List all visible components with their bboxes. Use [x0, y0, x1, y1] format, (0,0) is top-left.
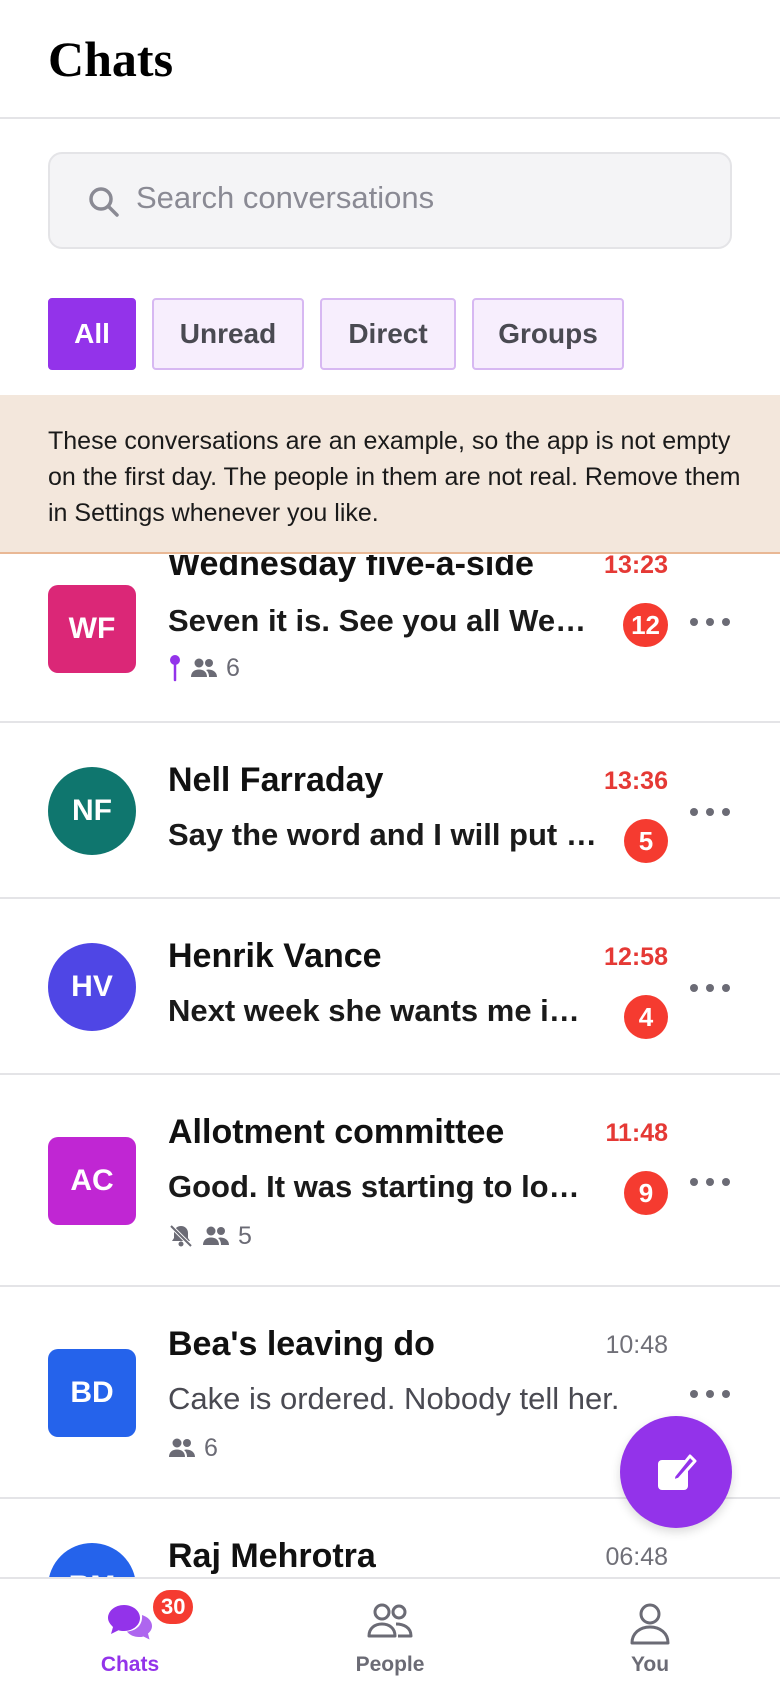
- tab-chats[interactable]: 30 Chats: [30, 1579, 230, 1688]
- conversation-time: 13:36: [604, 767, 668, 795]
- more-options-icon[interactable]: [690, 1389, 730, 1399]
- avatar: BD: [48, 1349, 136, 1437]
- chats-unread-badge: 30: [150, 1587, 197, 1627]
- notice-text: These conversations are an example, so t…: [48, 427, 741, 527]
- conversation-preview: Next week she wants me in early: [168, 993, 598, 1028]
- conversation-preview: Cake is ordered. Nobody tell her.: [168, 1381, 620, 1416]
- more-options-icon[interactable]: [690, 983, 730, 993]
- member-count: 6: [204, 1433, 218, 1462]
- conversation-time: 11:48: [605, 1119, 668, 1147]
- search-icon: [89, 187, 119, 217]
- conversation-time: 13:23: [604, 555, 668, 579]
- example-notice: These conversations are an example, so t…: [0, 395, 780, 554]
- conversation-preview: Good. It was starting to look like rain: [168, 1169, 598, 1204]
- conversation-preview: Seven it is. See you all Wednesday: [168, 603, 598, 638]
- unread-badge: 12: [623, 603, 668, 647]
- tab-people-label: People: [355, 1653, 425, 1676]
- avatar: HV: [48, 943, 136, 1031]
- unread-badge: 9: [624, 1171, 668, 1215]
- more-options-icon[interactable]: [690, 617, 730, 627]
- chat-bubbles-icon: [108, 1605, 152, 1640]
- bottom-tab-bar: 30 Chats People You: [0, 1577, 780, 1688]
- tab-chats-label: Chats: [100, 1653, 160, 1676]
- conversation-time: 06:48: [605, 1543, 668, 1571]
- conversation-preview: Say the word and I will put the kettle o…: [168, 817, 598, 852]
- member-count: 6: [226, 653, 240, 682]
- conversation-meta: 6: [168, 1433, 218, 1463]
- unread-badge: 4: [624, 995, 668, 1039]
- conversation-name: Wednesday five-a-side: [168, 555, 534, 583]
- muted-bell-icon: [169, 1224, 193, 1248]
- conversation-row[interactable]: AC Allotment committee 11:48 Good. It wa…: [0, 1075, 780, 1287]
- filter-all[interactable]: All: [48, 298, 136, 370]
- more-options-icon[interactable]: [690, 807, 730, 817]
- app-header: Chats: [0, 0, 780, 119]
- person-icon: [630, 1603, 670, 1645]
- conversation-meta: 6: [168, 653, 240, 683]
- more-options-icon[interactable]: [690, 1177, 730, 1187]
- members-icon: [203, 1226, 229, 1245]
- compose-button[interactable]: [620, 1416, 732, 1528]
- tab-you[interactable]: You: [550, 1579, 750, 1688]
- conversation-time: 12:58: [604, 943, 668, 971]
- conversation-row[interactable]: NF Nell Farraday 13:36 Say the word and …: [0, 723, 780, 899]
- page-title: Chats: [48, 31, 174, 87]
- member-count: 5: [238, 1221, 252, 1250]
- members-icon: [169, 1438, 195, 1457]
- filter-chips: All Unread Direct Groups: [48, 298, 624, 370]
- members-icon: [191, 658, 217, 677]
- pin-icon: [170, 655, 180, 682]
- avatar: RM: [48, 1543, 136, 1577]
- conversation-name: Raj Mehrotra: [168, 1537, 376, 1575]
- avatar: AC: [48, 1137, 136, 1225]
- conversation-time: 10:48: [605, 1331, 668, 1359]
- tab-people[interactable]: People: [290, 1579, 490, 1688]
- people-icon: [367, 1603, 413, 1638]
- conversation-row[interactable]: HV Henrik Vance 12:58 Next week she want…: [0, 899, 780, 1075]
- filter-direct[interactable]: Direct: [320, 298, 456, 370]
- conversation-name: Allotment committee: [168, 1113, 505, 1151]
- tab-you-label: You: [630, 1653, 670, 1676]
- filter-unread[interactable]: Unread: [152, 298, 304, 370]
- conversation-row[interactable]: WF Wednesday five-a-side 13:23 Seven it …: [0, 555, 780, 723]
- conversation-meta: 5: [168, 1221, 252, 1251]
- search-placeholder: Search conversations: [136, 180, 435, 215]
- compose-icon: [658, 1454, 697, 1490]
- search-input[interactable]: Search conversations: [48, 152, 732, 249]
- filter-groups[interactable]: Groups: [472, 298, 624, 370]
- avatar: NF: [48, 767, 136, 855]
- conversation-name: Henrik Vance: [168, 937, 382, 975]
- conversation-name: Nell Farraday: [168, 761, 384, 799]
- conversation-name: Bea's leaving do: [168, 1325, 435, 1363]
- unread-badge: 5: [624, 819, 668, 863]
- avatar: WF: [48, 585, 136, 673]
